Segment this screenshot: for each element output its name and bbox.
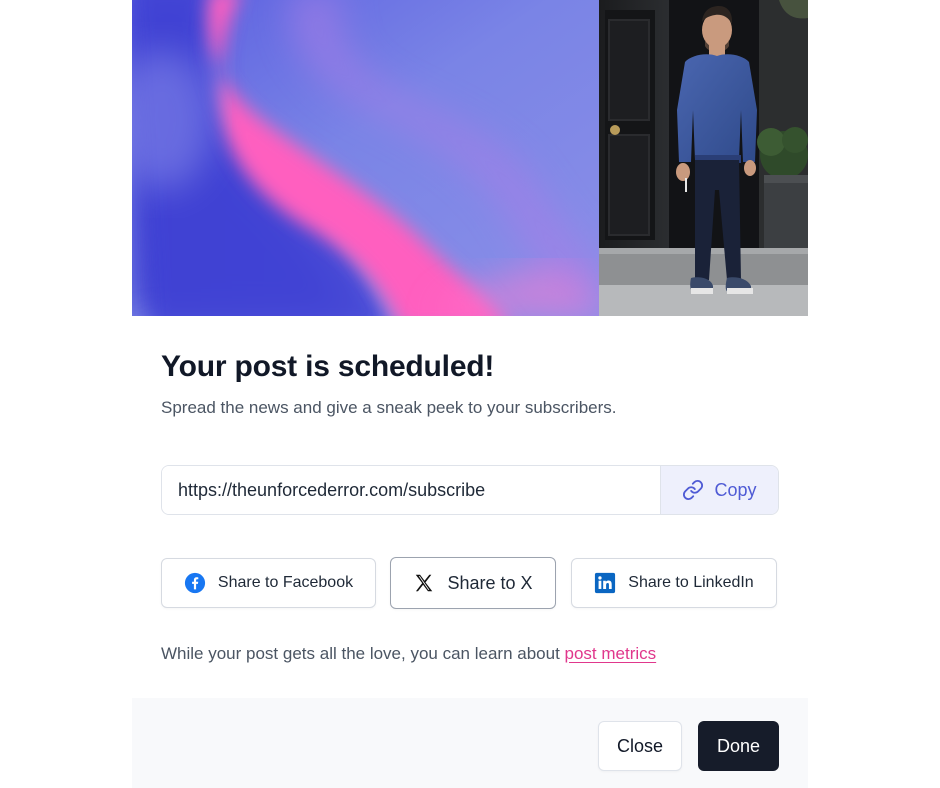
- x-logo-icon: [413, 572, 435, 594]
- linkedin-icon: [594, 572, 616, 594]
- copy-button-label: Copy: [714, 479, 757, 500]
- post-scheduled-dialog: Your post is scheduled! Spread the news …: [132, 0, 808, 788]
- author-photo: [599, 0, 808, 316]
- share-to-linkedin-button[interactable]: Share to LinkedIn: [571, 558, 777, 608]
- dialog-footer: Close Done: [132, 698, 808, 788]
- link-icon: [682, 479, 704, 501]
- close-button[interactable]: Close: [598, 721, 682, 771]
- share-link-group: Copy: [161, 465, 779, 515]
- share-to-facebook-button[interactable]: Share to Facebook: [161, 558, 376, 608]
- post-metrics-link[interactable]: post metrics: [565, 644, 657, 663]
- gradient-artwork: [132, 0, 599, 316]
- x-label: Share to X: [447, 572, 533, 593]
- hero-banner: [132, 0, 808, 316]
- share-link-input[interactable]: [162, 466, 660, 514]
- facebook-icon: [184, 572, 206, 594]
- dialog-subtitle: Spread the news and give a sneak peek to…: [161, 398, 617, 417]
- linkedin-label: Share to LinkedIn: [628, 574, 754, 591]
- share-to-x-button[interactable]: Share to X: [390, 557, 556, 609]
- dialog-title: Your post is scheduled!: [161, 350, 495, 383]
- copy-link-button[interactable]: Copy: [660, 466, 778, 514]
- post-metrics-note: While your post gets all the love, you c…: [161, 644, 656, 664]
- facebook-label: Share to Facebook: [217, 574, 354, 591]
- done-button[interactable]: Done: [698, 721, 779, 771]
- note-text: While your post gets all the love, you c…: [161, 644, 565, 663]
